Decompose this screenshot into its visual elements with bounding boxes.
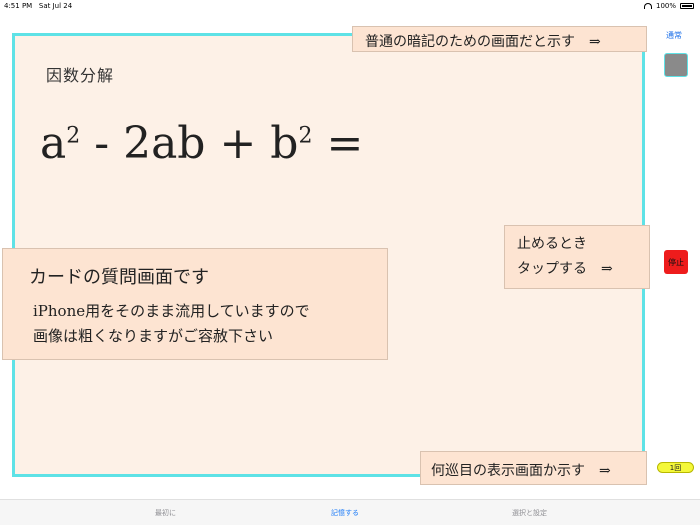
formula-mid: - 2ab + b [80,118,299,169]
tab-memorize[interactable]: 記憶する [331,508,359,518]
card-title: 因数分解 [46,66,115,85]
note-main-body: iPhone用をそのまま流用していますので 画像は粗くなりますがご容赦下さい [33,302,310,345]
battery-percent: 100% [655,2,676,10]
formula-eq: = [312,118,364,169]
note-stop-line1: 止めるとき [517,236,587,252]
stop-button[interactable]: 停止 [664,250,688,274]
mode-label[interactable]: 通常 [666,30,682,41]
status-time: 4:51 PM Sat Jul 24 [4,2,73,10]
tab-settings[interactable]: 選択と設定 [512,508,547,518]
tab-start[interactable]: 最初に [155,508,176,518]
note-main-heading: カードの質問画面です [29,267,209,288]
note-card-explanation: カードの質問画面です iPhone用をそのまま流用していますので 画像は粗くなり… [2,248,388,360]
note-stop-explanation: 止めるとき タップする ⇒ [504,225,650,289]
wifi-icon [643,3,652,9]
tab-bar: 最初に 記憶する 選択と設定 [0,499,700,525]
status-date: Sat Jul 24 [38,2,73,10]
battery-icon [680,3,694,9]
mode-button[interactable] [664,53,688,77]
status-right: 100% [643,2,694,10]
note-count-explanation: 何巡目の表示画面か示す ⇒ [420,451,647,485]
formula-a: a [40,118,67,169]
note-stop-line2: タップする ⇒ [517,261,613,277]
round-counter-button[interactable]: 1回 [657,462,694,473]
note-mode-explanation: 普通の暗記のための画面だと示す ⇒ [352,26,647,52]
card-formula: a2 - 2ab + b2 = [40,118,363,169]
formula-exp1: 2 [66,123,81,149]
status-bar: 4:51 PM Sat Jul 24 100% [0,0,700,12]
formula-exp2: 2 [298,123,313,149]
